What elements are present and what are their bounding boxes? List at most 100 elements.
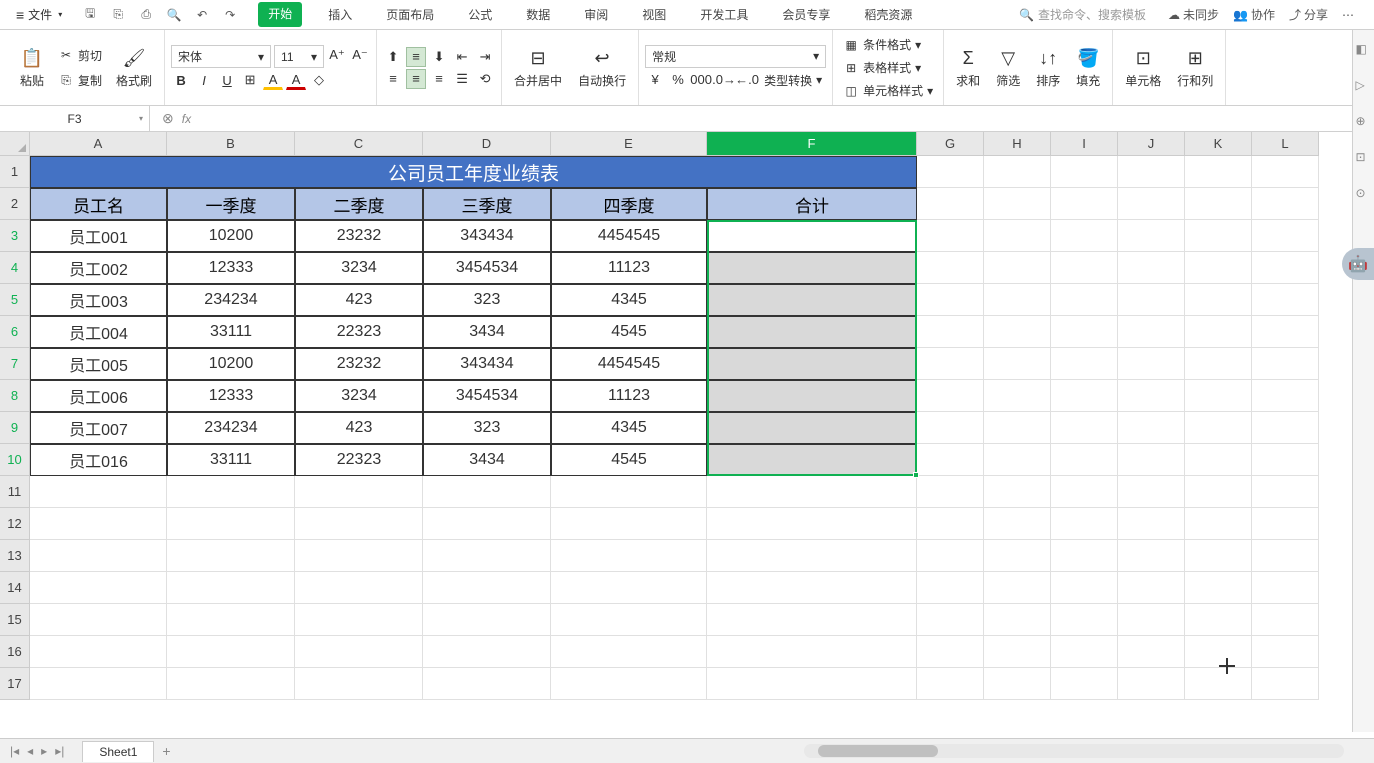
data-cell[interactable]: 423 [295,412,423,444]
cells-container[interactable]: 公司员工年度业绩表员工名一季度二季度三季度四季度合计员工001102002323… [30,156,1319,700]
cell[interactable] [707,508,917,540]
data-cell[interactable]: 343434 [423,348,551,380]
cell[interactable] [1051,668,1118,700]
horizontal-scrollbar[interactable] [804,744,1344,758]
col-header-B[interactable]: B [167,132,295,156]
cell[interactable] [30,668,167,700]
cell[interactable] [1051,508,1118,540]
cell[interactable] [1118,348,1185,380]
sheet-tab[interactable]: Sheet1 [82,741,154,762]
data-cell[interactable]: 4345 [551,412,707,444]
fx-icon[interactable]: fx [182,112,191,126]
cell[interactable] [984,188,1051,220]
cell[interactable] [917,316,984,348]
export-icon[interactable]: ⎘ [108,5,128,25]
cell[interactable] [295,604,423,636]
cell[interactable] [917,156,984,188]
sheet-first-icon[interactable]: |◂ [10,744,19,758]
table-style-button[interactable]: ⊞表格样式▾ [839,57,925,78]
cell[interactable] [984,348,1051,380]
row-header-3[interactable]: 3 [0,220,30,252]
cell[interactable] [707,604,917,636]
row-header-17[interactable]: 17 [0,668,30,700]
cell[interactable] [1185,604,1252,636]
col-header-E[interactable]: E [551,132,707,156]
cell[interactable] [984,572,1051,604]
col-header-I[interactable]: I [1051,132,1118,156]
col-header-J[interactable]: J [1118,132,1185,156]
cell[interactable] [917,572,984,604]
cell[interactable] [1051,380,1118,412]
data-cell[interactable] [707,220,917,252]
cell[interactable] [1118,444,1185,476]
cell[interactable] [295,668,423,700]
decrease-font-icon[interactable]: A⁻ [350,45,370,65]
data-cell[interactable] [707,444,917,476]
data-cell[interactable]: 12333 [167,380,295,412]
cell[interactable] [707,668,917,700]
cell[interactable] [1185,412,1252,444]
data-cell[interactable]: 343434 [423,220,551,252]
header-cell[interactable]: 合计 [707,188,917,220]
data-cell[interactable] [707,316,917,348]
cell[interactable] [167,668,295,700]
data-cell[interactable]: 23232 [295,348,423,380]
cell[interactable] [917,220,984,252]
percent-icon[interactable]: % [668,70,688,90]
data-cell[interactable]: 4454545 [551,220,707,252]
type-convert-button[interactable]: 类型转换▾ [760,70,826,91]
data-cell[interactable]: 33111 [167,316,295,348]
cell[interactable] [984,284,1051,316]
header-cell[interactable]: 四季度 [551,188,707,220]
wrap-text-button[interactable]: ↩自动换行 [572,44,632,91]
cell[interactable] [1051,156,1118,188]
cut-button[interactable]: ✂剪切 [54,45,106,66]
cell[interactable] [167,508,295,540]
row-header-15[interactable]: 15 [0,604,30,636]
data-cell[interactable]: 3434 [423,444,551,476]
tab-2[interactable]: 页面布局 [378,2,442,27]
cell[interactable] [1252,284,1319,316]
cell[interactable] [1118,668,1185,700]
data-cell[interactable]: 11123 [551,380,707,412]
row-header-8[interactable]: 8 [0,380,30,412]
data-cell[interactable]: 员工006 [30,380,167,412]
align-top-icon[interactable]: ⬆ [383,47,403,67]
cell[interactable] [984,380,1051,412]
cell[interactable] [1118,188,1185,220]
cell[interactable] [30,508,167,540]
name-box[interactable]: F3 [0,106,150,131]
row-header-6[interactable]: 6 [0,316,30,348]
header-cell[interactable]: 二季度 [295,188,423,220]
cell[interactable] [984,668,1051,700]
cell[interactable] [167,604,295,636]
cell[interactable] [167,636,295,668]
data-cell[interactable]: 4545 [551,316,707,348]
cell[interactable] [1051,540,1118,572]
cell[interactable] [1118,380,1185,412]
cell[interactable] [1185,348,1252,380]
cell[interactable] [1051,220,1118,252]
data-cell[interactable]: 4545 [551,444,707,476]
cell[interactable] [1051,604,1118,636]
col-header-H[interactable]: H [984,132,1051,156]
cell[interactable] [1118,220,1185,252]
row-header-5[interactable]: 5 [0,284,30,316]
cell[interactable] [707,572,917,604]
italic-icon[interactable]: I [194,70,214,90]
align-bottom-icon[interactable]: ⬇ [429,47,449,67]
cell[interactable] [1118,572,1185,604]
data-cell[interactable]: 11123 [551,252,707,284]
cell[interactable] [1185,156,1252,188]
cell[interactable] [917,348,984,380]
cell[interactable] [423,604,551,636]
cell[interactable] [1252,156,1319,188]
cell[interactable] [984,412,1051,444]
formula-input[interactable] [203,106,1374,131]
cell[interactable] [1185,476,1252,508]
align-left-icon[interactable]: ≡ [383,69,403,89]
cell[interactable] [1051,284,1118,316]
add-sheet-button[interactable]: + [162,743,170,759]
row-header-1[interactable]: 1 [0,156,30,188]
sidebar-icon-1[interactable]: ◧ [1356,42,1372,58]
